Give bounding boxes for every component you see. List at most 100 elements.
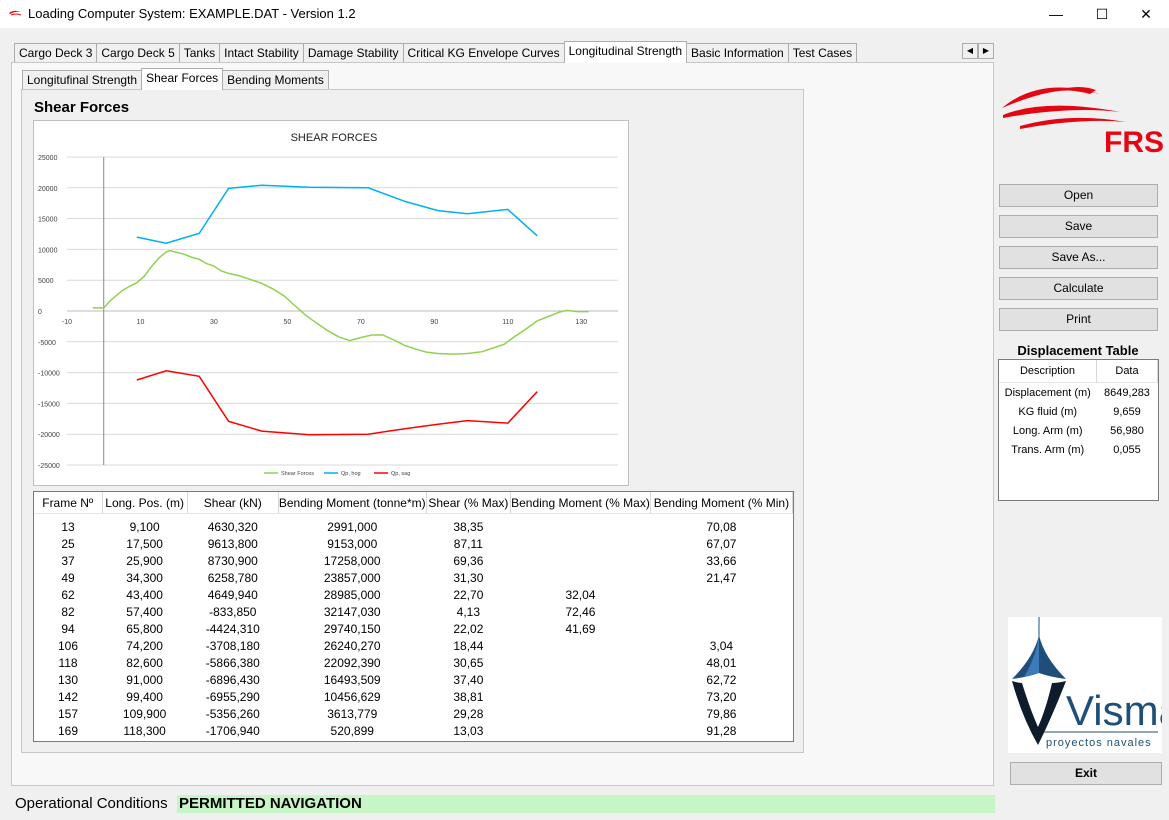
chart-svg: SHEAR FORCES 25000 20000 15000 10000 5000 0 -50… bbox=[38, 132, 618, 477]
subtab-shear-forces[interactable]: Shear Forces bbox=[141, 68, 224, 90]
table-cell: 520,899 bbox=[330, 723, 374, 738]
table-cell bbox=[511, 569, 651, 586]
y-tick-label: -5000 bbox=[38, 340, 56, 347]
column-header[interactable]: Shear (% Max) bbox=[426, 492, 512, 514]
table-cell bbox=[511, 671, 651, 688]
table-cell: 9,100 bbox=[129, 519, 160, 534]
table-cell bbox=[511, 722, 651, 739]
column-header[interactable]: Bending Moment (% Max) bbox=[510, 492, 651, 514]
calculate-button[interactable]: Calculate bbox=[999, 277, 1158, 300]
tab-cargo-deck-5[interactable]: Cargo Deck 5 bbox=[96, 43, 180, 62]
table-cell: 13,03 bbox=[453, 723, 484, 738]
table-cell: -5866,380 bbox=[205, 655, 260, 670]
column-header[interactable]: Shear (kN) bbox=[187, 492, 279, 514]
table-row[interactable]: 13 9,100 4630,320 2991,000 38,35 70,08 bbox=[34, 514, 793, 536]
print-button[interactable]: Print bbox=[999, 308, 1158, 331]
column-header[interactable]: Bending Moment (tonne*m) bbox=[278, 492, 427, 514]
x-tick-label: 50 bbox=[284, 319, 292, 326]
table-cell: Displacement (m) bbox=[1004, 386, 1091, 399]
tab-longitudinal-strength[interactable]: Longitudinal Strength bbox=[563, 41, 688, 63]
tab-test-cases[interactable]: Test Cases bbox=[787, 43, 858, 62]
table-row[interactable]: 142 99,400 -6955,290 10456,629 38,81 73,20 bbox=[34, 688, 793, 705]
displacement-table-container[interactable]: Description Data Displacement (m) 8649,28… bbox=[998, 359, 1159, 501]
table-row[interactable]: 106 74,200 -3708,180 26240,270 18,44 3,04 bbox=[34, 637, 793, 654]
tab-critical-kg-envelope-curves[interactable]: Critical KG Envelope Curves bbox=[402, 43, 565, 62]
table-row[interactable]: 82 57,400 -833,850 32147,030 4,13 72,46 bbox=[34, 603, 793, 620]
table-cell: 106 bbox=[58, 638, 79, 653]
table-row[interactable]: Trans. Arm (m) 0,055 bbox=[999, 440, 1158, 459]
tab-damage-stability[interactable]: Damage Stability bbox=[302, 43, 404, 62]
app-logo-icon bbox=[9, 10, 22, 16]
column-header[interactable]: Frame Nº bbox=[34, 492, 103, 514]
table-cell: 8649,283 bbox=[1104, 386, 1150, 399]
close-button[interactable]: ✕ bbox=[1123, 0, 1169, 28]
column-header[interactable]: Bending Moment (% Min) bbox=[650, 492, 793, 514]
table-cell: 2991,000 bbox=[327, 519, 378, 534]
table-cell: 70,08 bbox=[706, 519, 737, 534]
column-header[interactable]: Data bbox=[1096, 360, 1158, 383]
table-cell: 109,900 bbox=[122, 706, 167, 721]
table-cell bbox=[511, 654, 651, 671]
tab-tanks[interactable]: Tanks bbox=[178, 43, 221, 62]
y-tick-label: -15000 bbox=[38, 401, 60, 408]
table-cell: 99,400 bbox=[126, 689, 163, 704]
open-button[interactable]: Open bbox=[999, 184, 1158, 207]
table-cell bbox=[511, 514, 651, 536]
window-title: Loading Computer System: EXAMPLE.DAT - V… bbox=[28, 6, 356, 21]
table-cell: -3708,180 bbox=[205, 638, 260, 653]
table-row[interactable]: 49 34,300 6258,780 23857,000 31,30 21,47 bbox=[34, 569, 793, 586]
table-cell: -6896,430 bbox=[205, 672, 260, 687]
y-tick-label: 15000 bbox=[38, 217, 58, 224]
table-cell: 3613,779 bbox=[327, 706, 378, 721]
subtab-longitudinal-strength[interactable]: Longitufinal Strength bbox=[22, 70, 143, 89]
table-row[interactable]: 157 109,900 -5356,260 3613,779 29,28 79,86 bbox=[34, 705, 793, 722]
table-cell: 22,02 bbox=[453, 621, 484, 636]
table-cell: 6258,780 bbox=[207, 570, 258, 585]
column-header[interactable]: Description bbox=[999, 360, 1097, 383]
table-row[interactable]: Long. Arm (m) 56,980 bbox=[999, 421, 1158, 440]
table-row[interactable]: 62 43,400 4649,940 28985,000 22,70 32,04 bbox=[34, 586, 793, 603]
tab-scroll-right-button[interactable]: ▶ bbox=[978, 43, 994, 59]
table-row[interactable]: 25 17,500 9613,800 9153,000 87,11 67,07 bbox=[34, 535, 793, 552]
save-as-button[interactable]: Save As... bbox=[999, 246, 1158, 269]
y-tick-label: 20000 bbox=[38, 186, 58, 193]
displacement-table-title: Displacement Table bbox=[1017, 343, 1139, 358]
table-row[interactable]: 94 65,800 -4424,310 29740,150 22,02 41,69 bbox=[34, 620, 793, 637]
displacement-table: Description Data Displacement (m) 8649,28… bbox=[999, 360, 1158, 459]
x-tick-label: 130 bbox=[575, 319, 587, 326]
table-cell: 82,600 bbox=[126, 655, 163, 670]
legend-label: Qp, sag bbox=[391, 471, 410, 477]
results-table-container[interactable]: Frame Nº Long. Pos. (m) Shear (kN) Bendi… bbox=[33, 491, 794, 742]
table-cell: 17258,000 bbox=[323, 553, 381, 568]
table-cell: 69,36 bbox=[453, 553, 484, 568]
y-tick-label: -20000 bbox=[38, 432, 60, 439]
table-cell: 74,200 bbox=[126, 638, 163, 653]
table-row[interactable]: 37 25,900 8730,900 17258,000 69,36 33,66 bbox=[34, 552, 793, 569]
table-cell bbox=[511, 688, 651, 705]
frs-logo: FRS bbox=[1002, 87, 1164, 157]
y-tick-label: -25000 bbox=[38, 463, 60, 470]
table-row[interactable]: 118 82,600 -5866,380 22092,390 30,65 48,01 bbox=[34, 654, 793, 671]
exit-button[interactable]: Exit bbox=[1010, 762, 1162, 785]
table-row[interactable]: KG fluid (m) 9,659 bbox=[999, 402, 1158, 421]
table-row[interactable]: 169 118,300 -1706,940 520,899 13,03 91,28 bbox=[34, 722, 793, 739]
table-row[interactable]: Displacement (m) 8649,283 bbox=[999, 383, 1158, 403]
tab-cargo-deck-3[interactable]: Cargo Deck 3 bbox=[14, 43, 98, 62]
table-cell: 9153,000 bbox=[327, 536, 378, 551]
table-cell: Long. Arm (m) bbox=[1012, 424, 1083, 437]
table-cell: 10456,629 bbox=[323, 689, 381, 704]
table-cell: 41,69 bbox=[565, 621, 596, 636]
table-row[interactable]: 130 91,000 -6896,430 16493,509 37,40 62,72 bbox=[34, 671, 793, 688]
table-cell: 118 bbox=[58, 655, 78, 670]
subtab-bending-moments[interactable]: Bending Moments bbox=[222, 70, 329, 89]
table-cell: 34,300 bbox=[126, 570, 163, 585]
maximize-button[interactable]: ☐ bbox=[1079, 0, 1125, 28]
save-button[interactable]: Save bbox=[999, 215, 1158, 238]
tab-scroll-left-button[interactable]: ◀ bbox=[962, 43, 978, 59]
minimize-button[interactable]: — bbox=[1033, 0, 1079, 28]
tab-intact-stability[interactable]: Intact Stability bbox=[219, 43, 304, 62]
column-header[interactable]: Long. Pos. (m) bbox=[102, 492, 188, 514]
results-table: Frame Nº Long. Pos. (m) Shear (kN) Bendi… bbox=[34, 492, 793, 739]
table-cell: 13 bbox=[61, 519, 75, 534]
tab-basic-information[interactable]: Basic Information bbox=[686, 43, 789, 62]
